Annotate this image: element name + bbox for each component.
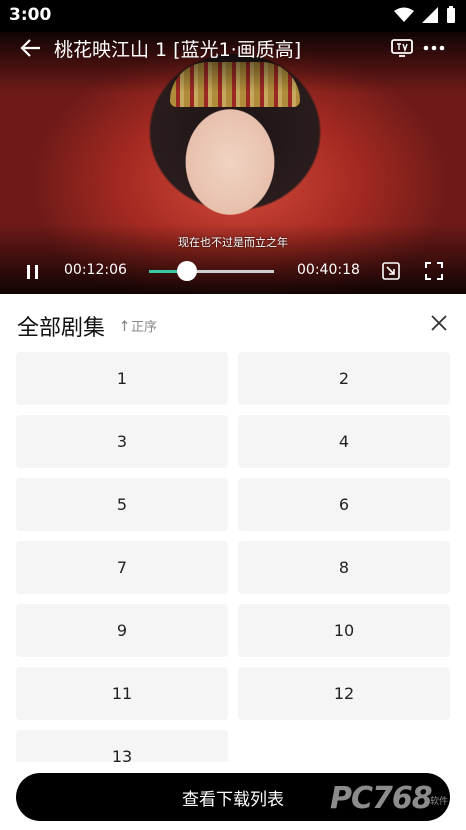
episodes-panel-header: 全部剧集 正序 [0,294,466,350]
episodes-panel-title: 全部剧集 [17,316,106,341]
video-title: 桃花映江山 1 [蓝光1·画质高] [54,39,302,61]
player-top-bar: 桃花映江山 1 [蓝光1·画质高] [0,32,466,66]
status-icons [394,6,456,24]
battery-icon [447,6,455,23]
sort-toggle[interactable]: 正序 [121,316,157,335]
status-time: 3:00 [9,5,52,25]
episode-button[interactable]: 10 [238,604,450,657]
player-controls: 00:12:06 00:40:18 [0,258,466,284]
current-time: 00:12:06 [64,262,127,278]
wifi-icon [394,7,414,22]
sort-label: 正序 [131,320,158,335]
episode-button[interactable]: 11 [16,667,228,720]
episode-button[interactable]: 1 [16,352,228,405]
pause-icon[interactable] [26,264,40,280]
episode-button[interactable]: 13 [16,730,228,762]
status-bar: 3:00 [0,0,466,32]
total-time: 00:40:18 [297,262,360,278]
episode-button[interactable]: 5 [16,478,228,531]
episode-button[interactable]: 2 [238,352,450,405]
sort-arrow-icon [121,319,128,331]
episode-grid: 1 2 3 4 5 6 7 8 9 10 11 12 13 [16,352,450,762]
picture-in-picture-icon[interactable] [382,262,400,280]
tv-cast-icon[interactable] [391,39,413,57]
more-options-icon[interactable] [423,40,445,56]
video-player[interactable] [0,32,466,294]
episode-button[interactable]: 8 [238,541,450,594]
watermark-sub: 软件 [430,797,449,807]
episode-button[interactable]: 7 [16,541,228,594]
episode-button[interactable]: 12 [238,667,450,720]
seek-bar-thumb[interactable] [176,261,197,281]
signal-icon [422,7,438,23]
close-icon[interactable] [430,314,448,332]
episode-button[interactable]: 4 [238,415,450,468]
watermark-logo: PC768 [330,781,433,816]
seek-bar[interactable] [149,261,274,281]
episode-button[interactable]: 9 [16,604,228,657]
video-subtitle: 现在也不过是而立之年 [178,236,288,249]
episode-button[interactable]: 6 [238,478,450,531]
back-arrow-icon[interactable] [20,37,42,59]
fullscreen-icon[interactable] [425,262,443,280]
episode-button[interactable]: 3 [16,415,228,468]
